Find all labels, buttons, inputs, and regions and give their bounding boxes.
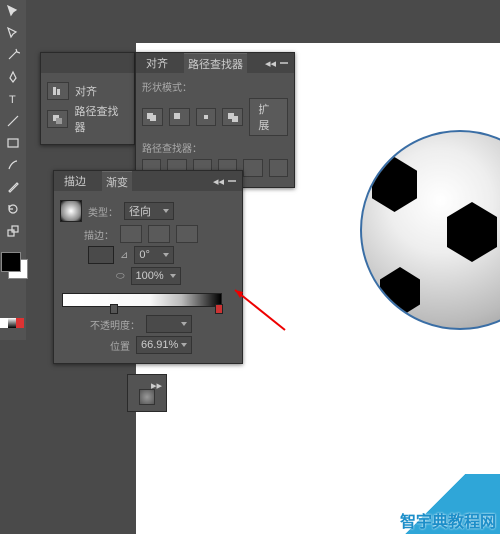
angle-icon: ⊿ [120,250,128,261]
opacity-dropdown[interactable] [146,315,192,333]
pathfinder-tab-label: 路径查找器 [74,103,128,135]
angle-value: 0° [139,249,150,261]
pen-tool[interactable] [0,66,26,88]
hex-bl [380,267,420,317]
gradient-header: 描边 渐变 ◂◂ [54,171,242,191]
unite-button[interactable] [142,108,163,126]
type-value: 径向 [129,203,151,219]
chevron-down-icon [163,209,169,213]
gradient-stop-left[interactable] [110,304,118,314]
stroke-along-button[interactable] [148,225,170,243]
line-tool[interactable] [0,110,26,132]
stroke-within-button[interactable] [120,225,142,243]
ratio-value: 100% [136,270,164,282]
expand-button[interactable]: 扩展 [249,98,288,136]
minus-front-button[interactable] [169,108,190,126]
exclude-button[interactable] [222,108,243,126]
outline-button[interactable] [243,159,262,177]
chevron-down-icon [181,322,187,326]
stroke-across-button[interactable] [176,225,198,243]
rotate-tool[interactable] [0,198,26,220]
brush-tool[interactable] [0,154,26,176]
tab-gradient[interactable]: 渐变 [102,171,132,192]
foreground-swatch[interactable] [1,252,21,272]
gradient-panel: 描边 渐变 ◂◂ 类型： 径向 描边： ⊿ 0° ⬭ 100% 不透明度： 位置… [53,170,243,364]
type-label: 类型： [88,204,118,219]
hex-tl [372,157,417,212]
gradient-menu-icon[interactable]: ◂◂ [213,175,236,188]
ratio-icon: ⬭ [116,271,125,282]
type-tool[interactable]: T [0,88,26,110]
opacity-label: 不透明度： [90,317,140,332]
gradient-docked-icon[interactable]: ▸▸ [127,374,167,412]
svg-text:T: T [9,94,16,106]
pathfinder-panel: 对齐 路径查找器 ◂◂ 形状模式： 扩展 路径查找器： [135,52,295,188]
type-dropdown[interactable]: 径向 [124,202,174,220]
chevron-down-icon [170,274,176,278]
pathfinders-label: 路径查找器： [142,140,288,155]
shape-modes-label: 形状模式： [142,79,288,94]
watermark-text: 智宇典教程网 [400,508,496,532]
intersect-button[interactable] [196,108,217,126]
pathfinder-header: 对齐 路径查找器 ◂◂ [136,53,294,73]
tab-align[interactable]: 对齐 [142,53,172,73]
chevron-down-icon [181,343,187,347]
scale-tool[interactable] [0,220,26,242]
color-mode-row[interactable] [0,318,26,330]
position-value: 66.91% [141,339,178,351]
rectangle-tool[interactable] [0,132,26,154]
app-dark-top [0,0,500,43]
fill-stroke-icon[interactable] [88,246,114,264]
toolbox: T [0,0,26,340]
gradient-stop-right[interactable] [215,304,223,314]
align-icon[interactable] [47,82,69,100]
tab-pathfinder[interactable]: 路径查找器 [184,53,247,74]
gradient-slider[interactable] [62,293,222,307]
color-none-icon[interactable] [16,318,24,328]
color-gradient-icon[interactable] [8,318,16,328]
angle-dropdown[interactable]: 0° [134,246,174,264]
hex-center [447,202,497,262]
gradient-preview[interactable] [60,200,82,222]
pencil-tool[interactable] [0,176,26,198]
position-label: 位置 [110,338,130,353]
stroke-label: 描边： [84,227,114,242]
selection-tool[interactable] [0,0,26,22]
artwork-soccer-ball[interactable] [360,130,500,330]
minus-back-button[interactable] [269,159,288,177]
pathfinder-icon[interactable] [47,110,68,128]
align-docked-panel: 对齐 路径查找器 [40,52,135,145]
ratio-dropdown[interactable]: 100% [131,267,181,285]
chevron-down-icon [163,253,169,257]
panel-header [41,53,134,73]
direct-selection-tool[interactable] [0,22,26,44]
magic-wand-tool[interactable] [0,44,26,66]
color-fill-icon[interactable] [0,318,8,328]
align-tab-label: 对齐 [75,83,97,99]
panel-menu-icon[interactable]: ◂◂ [265,57,288,70]
position-dropdown[interactable]: 66.91% [136,336,192,354]
collapse-icon[interactable]: ▸▸ [151,379,162,387]
tab-stroke[interactable]: 描边 [60,171,90,191]
